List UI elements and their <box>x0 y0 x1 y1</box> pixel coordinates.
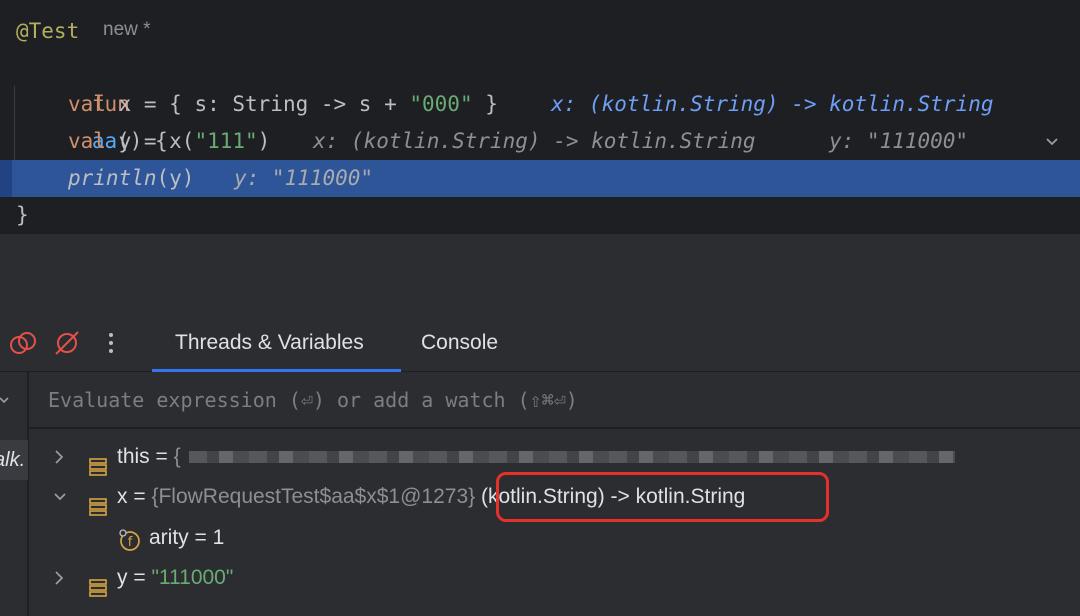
test-annotation: @Test <box>16 19 80 43</box>
new-code-label[interactable]: new * <box>103 19 151 41</box>
variable-row-arity[interactable]: f arity = 1 <box>29 518 1080 558</box>
keyword-val: val <box>68 129 106 153</box>
code-line-5-current: println(y) y: "111000" <box>0 160 1080 197</box>
highlight-callout-box <box>496 472 829 522</box>
mute-breakpoints-icon[interactable] <box>52 328 82 358</box>
code-line-1: @Test <box>0 13 1080 50</box>
code-line-2: fun aa() { <box>0 49 1080 153</box>
svg-text:f: f <box>128 535 133 550</box>
frames-column: alk. <box>0 372 28 616</box>
call-args: (y) <box>156 166 195 190</box>
code-text: x = { s: String -> s + <box>105 92 410 116</box>
chevron-down-icon[interactable] <box>0 390 10 413</box>
redacted-value <box>189 451 955 463</box>
chevron-right-icon[interactable] <box>53 558 65 613</box>
inline-value-hint: y: "111000" <box>234 166 374 190</box>
function-call: println <box>68 166 157 190</box>
string-literal: "000" <box>409 92 473 116</box>
variable-value: "111000" <box>151 566 234 589</box>
inline-value-hint[interactable]: x: (kotlin.String) -> kotlin.String <box>551 86 994 123</box>
inline-value-hint: y: "111000" <box>829 129 969 153</box>
variable-name: arity <box>149 526 189 549</box>
variable-row-this[interactable]: this = { <box>29 437 1080 477</box>
panel-separator <box>0 234 1080 314</box>
variable-value: 1 <box>212 526 225 549</box>
string-literal: "111" <box>194 129 258 153</box>
debug-toolbar: Threads & Variables Console <box>0 314 1080 372</box>
variable-name: y <box>117 566 128 589</box>
code-line-3: val x = { s: String -> s + "000" } x: (k… <box>0 86 1080 146</box>
code-text: y = x( <box>105 129 195 153</box>
variable-object-id: {FlowRequestTest$aa$x$1@1273} <box>151 485 476 508</box>
keyword-val: val <box>68 92 106 116</box>
tab-console[interactable]: Console <box>421 314 498 372</box>
frame-item[interactable]: alk. <box>0 440 28 480</box>
inline-value-hint: x: (kotlin.String) -> kotlin.String <box>313 129 756 153</box>
code-line-6: } <box>0 197 1080 234</box>
evaluate-expression-input[interactable]: Evaluate expression (⏎) or add a watch (… <box>48 372 578 428</box>
evaluate-expression-bar[interactable]: Evaluate expression (⏎) or add a watch (… <box>29 372 1080 428</box>
field-icon <box>89 571 107 611</box>
more-options-icon[interactable] <box>96 328 126 358</box>
variable-name: x <box>117 485 128 508</box>
variable-name: this <box>117 445 150 468</box>
code-editor[interactable]: @Test new * fun aa() { val x = { s: Stri… <box>0 0 1080 234</box>
variables-tree: this = { x = {FlowRequestTest$aa$x$1@127… <box>29 429 1080 616</box>
code-text-end: } <box>472 92 498 116</box>
variable-value-hidden: { <box>173 445 181 468</box>
execution-point-marker <box>0 160 12 197</box>
code-line-4: val y = x("111") x: (kotlin.String) -> k… <box>0 123 1080 160</box>
code-text-end: ) <box>257 129 271 153</box>
closing-brace: } <box>16 203 29 227</box>
tab-threads-variables[interactable]: Threads & Variables <box>175 314 364 372</box>
view-breakpoints-icon[interactable] <box>8 328 38 358</box>
variable-row-y[interactable]: y = "111000" <box>29 558 1080 598</box>
